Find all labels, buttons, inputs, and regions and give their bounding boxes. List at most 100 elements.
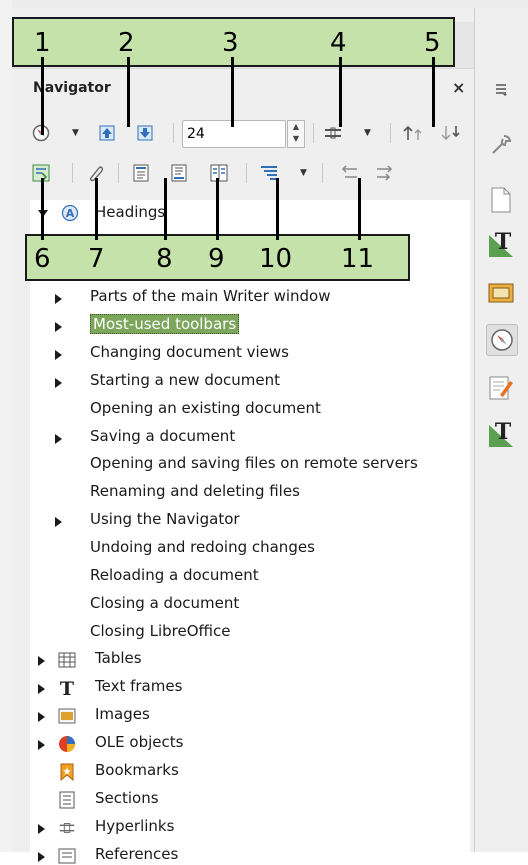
heading-expand-icon[interactable]	[55, 517, 62, 527]
category-item[interactable]: References	[95, 845, 178, 863]
demote-level-icon[interactable]	[440, 122, 462, 144]
pointer-line-9	[216, 178, 219, 240]
table-icon	[58, 651, 76, 669]
heading-item[interactable]: Saving a document	[90, 427, 235, 445]
callout-number-5: 5	[424, 28, 441, 58]
heading-expand-icon[interactable]	[55, 294, 62, 304]
heading-item[interactable]: Opening an existing document	[90, 399, 321, 417]
sidebar-menu-icon[interactable]	[486, 74, 516, 104]
heading-item[interactable]: Using the Navigator	[90, 510, 240, 528]
heading-item-label: Closing a document	[90, 594, 240, 612]
heading-item-label: Using the Navigator	[90, 510, 240, 528]
category-expand-icon[interactable]	[38, 740, 45, 750]
navigation-dropdown-arrow[interactable]: ▼	[72, 128, 79, 138]
toolbar-separator	[246, 163, 247, 183]
page-number-spinbox[interactable]	[182, 120, 286, 148]
svg-text:T: T	[60, 679, 74, 697]
pointer-line-2	[127, 57, 130, 127]
top-strip	[0, 0, 528, 8]
headings-category[interactable]: Headings	[95, 203, 165, 221]
heading-item-label: Saving a document	[90, 427, 236, 445]
toolbar-separator	[118, 163, 119, 183]
promote-chapter-icon[interactable]	[338, 162, 360, 184]
heading-expand-icon[interactable]	[55, 378, 62, 388]
heading-item[interactable]: Renaming and deleting files	[90, 482, 300, 500]
page-number-input[interactable]	[187, 125, 267, 143]
promote-level-icon[interactable]	[402, 122, 424, 144]
category-item[interactable]: OLE objects	[95, 733, 183, 751]
header-icon[interactable]	[130, 162, 152, 184]
manage-changes-icon[interactable]	[486, 373, 516, 403]
category-item[interactable]: Bookmarks	[95, 761, 179, 779]
pointer-line-6	[41, 178, 44, 240]
category-expand-icon[interactable]	[38, 852, 45, 862]
heading-expand-icon[interactable]	[55, 350, 62, 360]
footer-icon[interactable]	[168, 162, 190, 184]
heading-item-label: Parts of the main Writer window	[90, 287, 331, 305]
heading-item[interactable]: Parts of the main Writer window	[90, 287, 331, 305]
callout-number-10: 10	[259, 244, 293, 274]
next-item-icon[interactable]	[134, 122, 156, 144]
heading-item[interactable]: Changing document views	[90, 343, 289, 361]
heading-item[interactable]: Closing a document	[90, 594, 239, 612]
spin-buttons[interactable]: ▲ ▼	[287, 120, 305, 148]
styles-icon[interactable]: T	[486, 230, 516, 260]
ole-object-icon	[58, 735, 76, 753]
gallery-icon[interactable]	[486, 277, 516, 307]
heading-expand-icon[interactable]	[55, 322, 62, 332]
toolbar-separator	[72, 163, 73, 183]
hyperlink-icon	[58, 819, 76, 837]
heading-item-label: Opening and saving files on remote serve…	[90, 454, 418, 472]
category-expand-icon[interactable]	[38, 824, 45, 834]
toolbar-separator	[313, 123, 314, 143]
panel-title: Navigator	[33, 80, 111, 96]
reference-icon	[58, 847, 76, 865]
heading-item[interactable]: Starting a new document	[90, 371, 280, 389]
heading-item-label: Renaming and deleting files	[90, 482, 300, 500]
navigator-icon[interactable]	[486, 324, 518, 356]
heading-item[interactable]: Closing LibreOffice	[90, 622, 231, 640]
heading-levels-dropdown-arrow[interactable]: ▼	[300, 168, 307, 178]
heading-item-label: Starting a new document	[90, 371, 281, 389]
category-item[interactable]: Images	[95, 705, 150, 723]
callout-number-8: 8	[156, 244, 173, 274]
text-frame-icon: T	[58, 679, 76, 697]
category-expand-icon[interactable]	[38, 684, 45, 694]
drag-mode-dropdown-arrow[interactable]: ▼	[364, 128, 371, 138]
demote-chapter-icon[interactable]	[374, 162, 396, 184]
pointer-line-10	[276, 178, 279, 240]
category-item[interactable]: Tables	[95, 649, 142, 667]
heading-item[interactable]: Opening and saving files on remote serve…	[90, 454, 418, 472]
callout-number-9: 9	[208, 244, 225, 274]
anchor-to-endnote-icon[interactable]	[208, 162, 230, 184]
toolbar-separator	[173, 123, 174, 143]
heading-item[interactable]: Undoing and redoing changes	[90, 538, 315, 556]
page-icon[interactable]	[486, 185, 516, 215]
callout-number-1: 1	[34, 28, 51, 58]
previous-item-icon[interactable]	[96, 122, 118, 144]
heading-item[interactable]: Reloading a document	[90, 566, 259, 584]
pointer-line-8	[164, 178, 167, 240]
pointer-line-4	[339, 57, 342, 127]
category-item[interactable]: Hyperlinks	[95, 817, 174, 835]
svg-text:T: T	[495, 421, 512, 445]
callout-number-7: 7	[88, 244, 105, 274]
pointer-line-1	[41, 57, 44, 135]
style-inspector-icon[interactable]: T	[486, 420, 516, 450]
close-icon[interactable]: ×	[452, 78, 465, 97]
image-icon	[58, 707, 76, 725]
category-item[interactable]: Text frames	[95, 677, 182, 695]
properties-wrench-icon[interactable]	[486, 130, 516, 160]
bookmark-icon	[58, 763, 76, 781]
category-expand-icon[interactable]	[38, 656, 45, 666]
category-item[interactable]: Sections	[95, 789, 159, 807]
pointer-line-7	[95, 178, 98, 240]
heading-expand-icon[interactable]	[55, 434, 62, 444]
heading-item-label: Opening an existing document	[90, 399, 321, 417]
heading-item[interactable]: Most-used toolbars	[90, 314, 240, 334]
pointer-line-3	[231, 57, 234, 127]
toolbar-separator	[390, 123, 391, 143]
svg-text:A: A	[66, 207, 75, 220]
category-expand-icon[interactable]	[38, 712, 45, 722]
section-icon	[58, 791, 76, 809]
